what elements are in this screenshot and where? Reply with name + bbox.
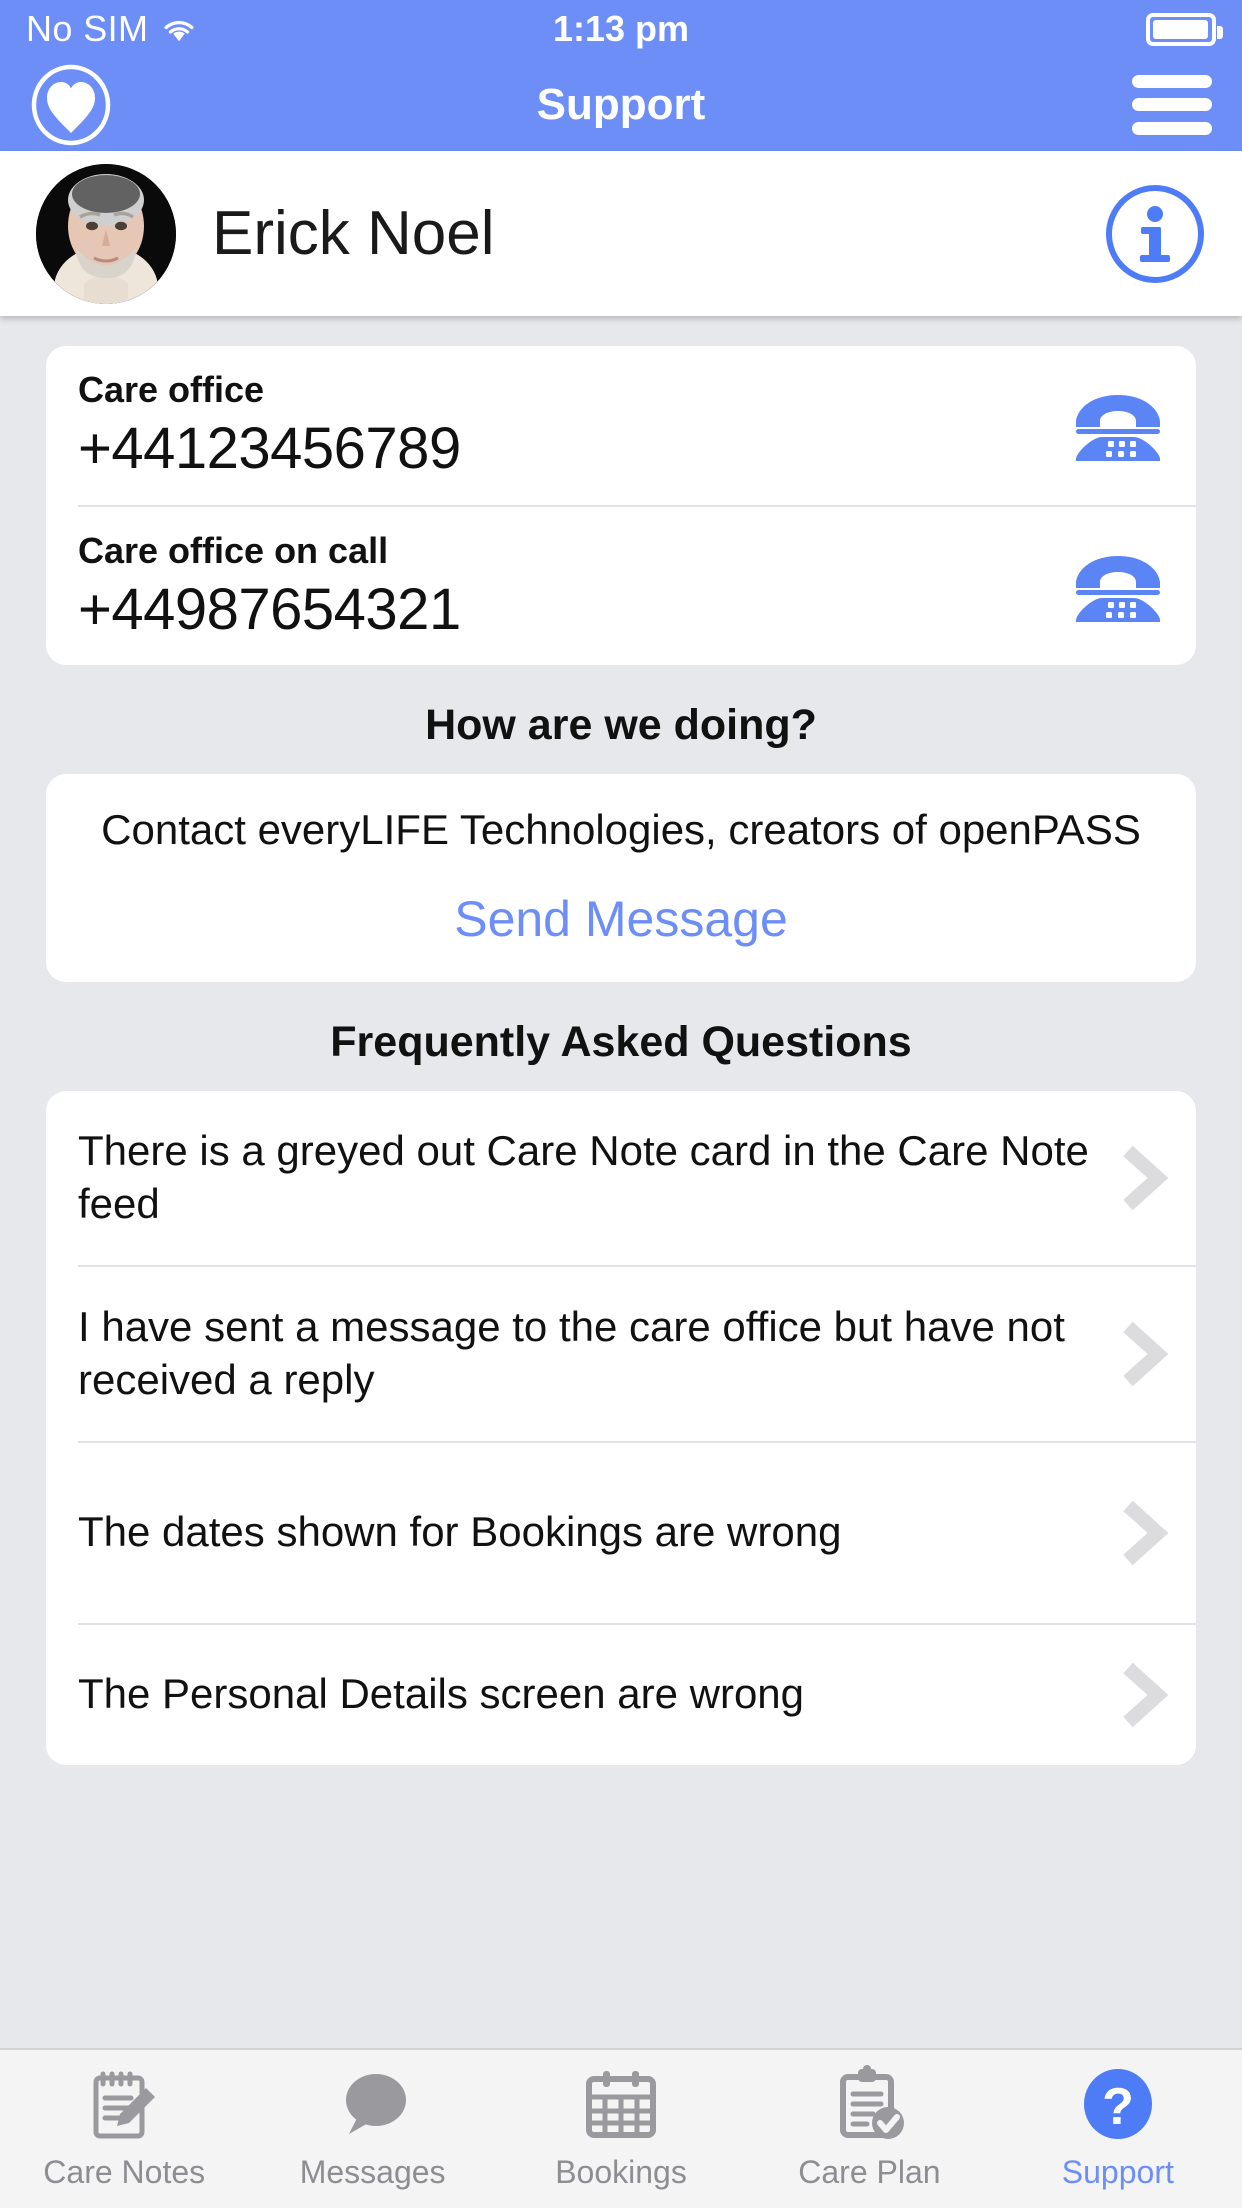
contacts-card: Care office +44123456789 Care office on …	[46, 346, 1196, 666]
chevron-right-icon	[1114, 1143, 1170, 1213]
contact-row-care-office-on-call[interactable]: Care office on call +44987654321	[46, 507, 1196, 666]
tab-care-plan[interactable]: Care Plan	[745, 2064, 993, 2191]
support-question-icon: ?	[1077, 2064, 1159, 2146]
bookings-calendar-icon	[580, 2064, 662, 2146]
wifi-icon	[162, 16, 196, 42]
contact-number: +44123456789	[78, 415, 461, 481]
contact-number: +44987654321	[78, 576, 461, 642]
tab-label: Care Notes	[43, 2154, 206, 2190]
tab-label: Bookings	[555, 2154, 687, 2190]
faq-item[interactable]: I have sent a message to the care office…	[46, 1267, 1196, 1441]
tab-messages[interactable]: Messages	[248, 2064, 496, 2191]
feedback-heading: How are we doing?	[425, 701, 817, 750]
navigation-bar: Support	[0, 58, 1242, 151]
contact-label: Care office on call	[78, 529, 389, 571]
contact-text: Care office on call +44987654321	[78, 529, 1054, 646]
battery-icon	[1146, 12, 1223, 46]
tab-bar: Care Notes Messages Bookings Care Plan ?…	[0, 2048, 1242, 2208]
tab-support[interactable]: ? Support	[994, 2064, 1242, 2191]
chevron-right-icon	[1114, 1498, 1170, 1568]
heart-icon[interactable]	[30, 64, 112, 146]
tab-care-notes[interactable]: Care Notes	[0, 2064, 248, 2191]
faq-item[interactable]: There is a greyed out Care Note card in …	[46, 1091, 1196, 1265]
status-bar-left: No SIM	[26, 8, 553, 50]
contact-row-care-office[interactable]: Care office +44123456789	[46, 346, 1196, 505]
telephone-icon[interactable]	[1072, 548, 1164, 626]
tab-bookings[interactable]: Bookings	[497, 2064, 745, 2191]
avatar	[36, 163, 176, 304]
telephone-icon[interactable]	[1072, 387, 1164, 465]
feedback-card: Contact everyLIFE Technologies, creators…	[46, 774, 1196, 982]
status-bar: No SIM 1:13 pm	[0, 0, 1242, 58]
chevron-right-icon	[1114, 1319, 1170, 1389]
tab-label: Messages	[299, 2154, 446, 2190]
faq-card: There is a greyed out Care Note card in …	[46, 1090, 1196, 1765]
faq-item[interactable]: The Personal Details screen are wrong	[46, 1625, 1196, 1765]
carrier-label: No SIM	[26, 8, 149, 49]
faq-question: I have sent a message to the care office…	[78, 1302, 1065, 1403]
send-message-button[interactable]: Send Message	[86, 890, 1156, 948]
tab-label: Care Plan	[798, 2154, 941, 2190]
profile-name: Erick Noel	[212, 199, 495, 268]
faq-item[interactable]: The dates shown for Bookings are wrong	[46, 1443, 1196, 1623]
faq-question: The Personal Details screen are wrong	[78, 1670, 805, 1718]
faq-question: There is a greyed out Care Note card in …	[78, 1126, 1089, 1227]
chevron-right-icon	[1114, 1660, 1170, 1730]
svg-text:?: ?	[1102, 2078, 1134, 2136]
status-bar-right	[689, 12, 1223, 46]
page-title: Support	[536, 79, 706, 129]
app-screen: No SIM 1:13 pm Support Erick Noel Care o…	[0, 0, 1242, 2208]
messages-icon	[332, 2064, 414, 2146]
hamburger-menu-icon[interactable]	[1132, 74, 1212, 135]
faq-heading: Frequently Asked Questions	[330, 1017, 912, 1066]
contact-label: Care office	[78, 369, 265, 410]
feedback-body: Contact everyLIFE Technologies, creators…	[101, 806, 1141, 854]
care-notes-icon	[83, 2064, 165, 2146]
clock-label: 1:13 pm	[552, 8, 690, 49]
profile-header[interactable]: Erick Noel	[0, 151, 1242, 316]
info-icon[interactable]	[1104, 183, 1206, 285]
contact-text: Care office +44123456789	[78, 368, 1054, 485]
content-scroll-area[interactable]: Care office +44123456789 Care office on …	[0, 316, 1242, 2048]
care-plan-clipboard-icon	[828, 2064, 910, 2146]
faq-question: The dates shown for Bookings are wrong	[78, 1508, 842, 1556]
tab-label: Support	[1061, 2154, 1174, 2190]
